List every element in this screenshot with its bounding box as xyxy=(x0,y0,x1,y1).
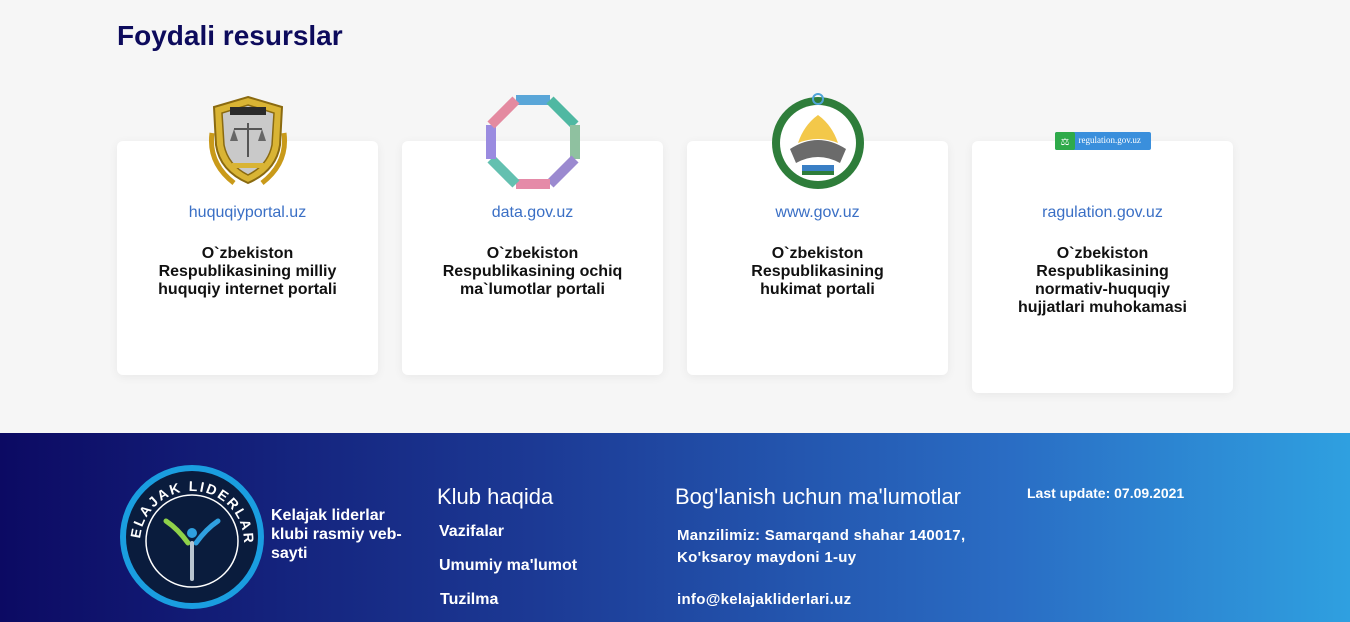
regulation-badge-text: regulation.gov.uz xyxy=(1078,135,1141,145)
site-footer: KELAJAK LIDERLARI Kelajak liderlar klubi… xyxy=(0,433,1350,622)
section-title: Foydali resurslar xyxy=(117,20,343,51)
resource-card-huquqiyportal[interactable]: huquqiyportal.uz O`zbekiston Respublikas… xyxy=(117,95,378,375)
svg-text:⚖: ⚖ xyxy=(1060,137,1069,148)
legal-emblem-icon xyxy=(206,93,290,189)
resource-description: O`zbekiston Respublikasining ochiq ma`lu… xyxy=(442,245,623,298)
resource-card-data-gov[interactable]: data.gov.uz O`zbekiston Respublikasining… xyxy=(402,95,663,375)
about-heading: Klub haqida xyxy=(437,484,554,509)
nav-link-umumiy-malumot[interactable]: Umumiy ma'lumot xyxy=(439,557,577,575)
resource-description: O`zbekiston Respublikasining normativ-hu… xyxy=(1018,245,1187,316)
club-logo[interactable]: KELAJAK LIDERLARI xyxy=(112,450,266,611)
nav-link-tuzilma[interactable]: Tuzilma xyxy=(440,591,498,609)
resource-description: O`zbekiston Respublikasining milliy huqu… xyxy=(158,245,337,298)
resource-link[interactable]: www.gov.uz xyxy=(687,204,948,222)
contact-heading: Bog'lanish uchun ma'lumotlar xyxy=(675,484,961,509)
email-link[interactable]: info@kelajakliderlari.uz xyxy=(677,589,851,611)
resource-link[interactable]: huquqiyportal.uz xyxy=(117,204,378,222)
open-data-octagon-icon xyxy=(485,94,581,190)
resource-description: O`zbekiston Respublikasining hukimat por… xyxy=(751,245,884,298)
address-line-1: Manzilimiz: Samarqand shahar 140017, xyxy=(677,527,966,544)
resource-card-gov[interactable]: www.gov.uz O`zbekiston Respublikasining … xyxy=(687,93,948,375)
club-title: Kelajak liderlar klubi rasmiy veb-sayti xyxy=(271,507,402,562)
resource-link[interactable]: data.gov.uz xyxy=(402,204,663,222)
resource-link[interactable]: ragulation.gov.uz xyxy=(972,204,1233,222)
resource-card-regulation[interactable]: ⚖ regulation.gov.uz ragulation.gov.uz O`… xyxy=(972,132,1233,393)
regulation-badge-icon: ⚖ regulation.gov.uz xyxy=(1054,132,1151,150)
address-line-2: Ko'ksaroy maydoni 1-uy xyxy=(677,549,857,566)
nav-link-vazifalar[interactable]: Vazifalar xyxy=(439,523,504,541)
state-emblem-icon xyxy=(768,91,868,191)
last-update-text: Last update: 07.09.2021 xyxy=(1027,485,1185,501)
